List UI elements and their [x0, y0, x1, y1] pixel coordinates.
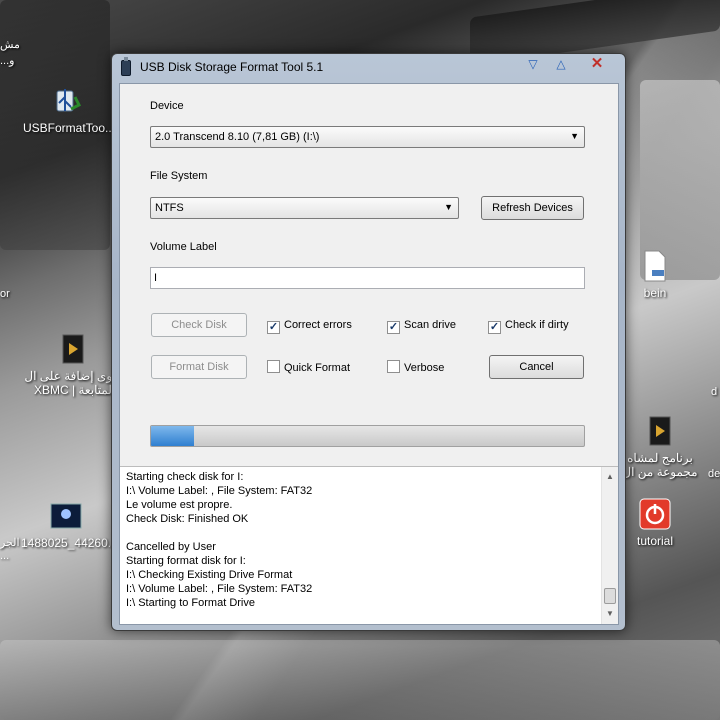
- verbose-label: Verbose: [404, 362, 445, 374]
- correct-errors-label: Correct errors: [284, 319, 352, 331]
- window-title: USB Disk Storage Format Tool 5.1: [140, 60, 324, 74]
- desktop-icon-label: 1488025_44260...: [21, 536, 118, 550]
- desktop-icon-usbformattool[interactable]: USBFormatToo...: [23, 85, 116, 135]
- desktop-icon-label: XBMC | لمتابعة: [34, 383, 112, 397]
- quick-format-checkbox[interactable]: Quick Format: [267, 360, 350, 374]
- scroll-down-icon[interactable]: ▼: [602, 606, 618, 622]
- app-window: USB Disk Storage Format Tool 5.1 ▽ △ ✕ D…: [111, 53, 626, 631]
- chevron-down-icon: ▼: [444, 202, 453, 212]
- desktop-edge-text: ...و: [0, 55, 15, 67]
- checkbox-box: ✓: [488, 321, 501, 334]
- usb-tool-icon: [52, 85, 84, 117]
- log-line: Starting format disk for I:: [126, 555, 246, 567]
- filesystem-select[interactable]: NTFS ▼: [150, 197, 459, 219]
- log-line: Starting check disk for I:: [126, 471, 244, 483]
- minimize-button[interactable]: ▽: [524, 56, 542, 72]
- log-scrollbar[interactable]: ▲ ▼: [601, 467, 618, 624]
- desktop-icon-xbmc-addon[interactable]: أقوى إضافة على ال XBMC | لمتابعة: [23, 333, 123, 397]
- volume-label-heading: Volume Label: [150, 241, 217, 253]
- volume-label-input[interactable]: I: [150, 267, 585, 289]
- device-select[interactable]: 2.0 Transcend 8.10 (7,81 GB) (I:\) ▼: [150, 126, 585, 148]
- scroll-thumb[interactable]: [604, 588, 616, 604]
- usb-drive-icon: [121, 57, 131, 76]
- refresh-devices-button[interactable]: Refresh Devices: [481, 196, 584, 220]
- filesystem-label: File System: [150, 170, 208, 182]
- power-icon: [639, 498, 671, 530]
- desktop-edge-text: or: [0, 288, 10, 300]
- background-slab: [0, 640, 720, 720]
- chevron-down-icon: ▼: [570, 131, 579, 141]
- text-file-icon: [639, 250, 671, 282]
- scroll-up-icon[interactable]: ▲: [602, 469, 618, 485]
- close-button[interactable]: ✕: [588, 56, 606, 72]
- desktop-edge-text: الجر: [0, 537, 20, 549]
- device-select-value: 2.0 Transcend 8.10 (7,81 GB) (I:\): [155, 131, 320, 143]
- desktop-icon-label: USBFormatToo...: [23, 121, 116, 135]
- log-line: I:\ Volume Label: , File System: FAT32: [126, 583, 313, 595]
- cancel-button[interactable]: Cancel: [489, 355, 584, 379]
- checkbox-box: [267, 360, 280, 373]
- progress-fill: [151, 426, 195, 446]
- check-if-dirty-label: Check if dirty: [505, 319, 569, 331]
- log-line: I:\ Checking Existing Drive Format: [126, 569, 293, 581]
- checkbox-box: ✓: [267, 321, 280, 334]
- quick-format-label: Quick Format: [284, 362, 351, 374]
- scan-drive-checkbox[interactable]: ✓ Scan drive: [387, 318, 456, 334]
- maximize-button[interactable]: △: [552, 56, 570, 72]
- log-line: Le volume est propre.: [126, 499, 233, 511]
- desktop-edge-text: مش: [0, 39, 20, 51]
- device-label: Device: [150, 100, 184, 112]
- correct-errors-checkbox[interactable]: ✓ Correct errors: [267, 318, 352, 334]
- progress-bar: [150, 425, 585, 447]
- desktop-icon-image[interactable]: 1488025_44260...: [21, 500, 118, 550]
- image-file-icon: [50, 500, 82, 532]
- filesystem-select-value: NTFS: [155, 202, 184, 214]
- checkbox-box: ✓: [387, 321, 400, 334]
- check-disk-button[interactable]: Check Disk: [151, 313, 247, 337]
- title-bar[interactable]: USB Disk Storage Format Tool 5.1 ▽ △ ✕: [112, 54, 625, 82]
- log-line: Cancelled by User: [126, 541, 216, 553]
- desktop-icon-label: أقوى إضافة على ال: [24, 369, 122, 383]
- format-disk-button[interactable]: Format Disk: [151, 355, 247, 379]
- checkbox-box: [387, 360, 400, 373]
- verbose-checkbox[interactable]: Verbose: [387, 360, 444, 374]
- log-line: I:\ Volume Label: , File System: FAT32: [126, 485, 313, 497]
- check-if-dirty-checkbox[interactable]: ✓ Check if dirty: [488, 318, 569, 334]
- video-file-icon: [644, 415, 676, 447]
- desktop-edge-text: d: [711, 386, 718, 398]
- scan-drive-label: Scan drive: [404, 319, 456, 331]
- log-line: Check Disk: Finished OK: [126, 513, 249, 525]
- desktop-edge-text: ...: [0, 550, 10, 562]
- video-file-icon: [57, 333, 89, 365]
- log-output[interactable]: Starting check disk for I: I:\ Volume Lab…: [120, 466, 618, 624]
- log-line: I:\ Starting to Format Drive: [126, 597, 255, 609]
- window-client: Device 2.0 Transcend 8.10 (7,81 GB) (I:\…: [119, 83, 619, 625]
